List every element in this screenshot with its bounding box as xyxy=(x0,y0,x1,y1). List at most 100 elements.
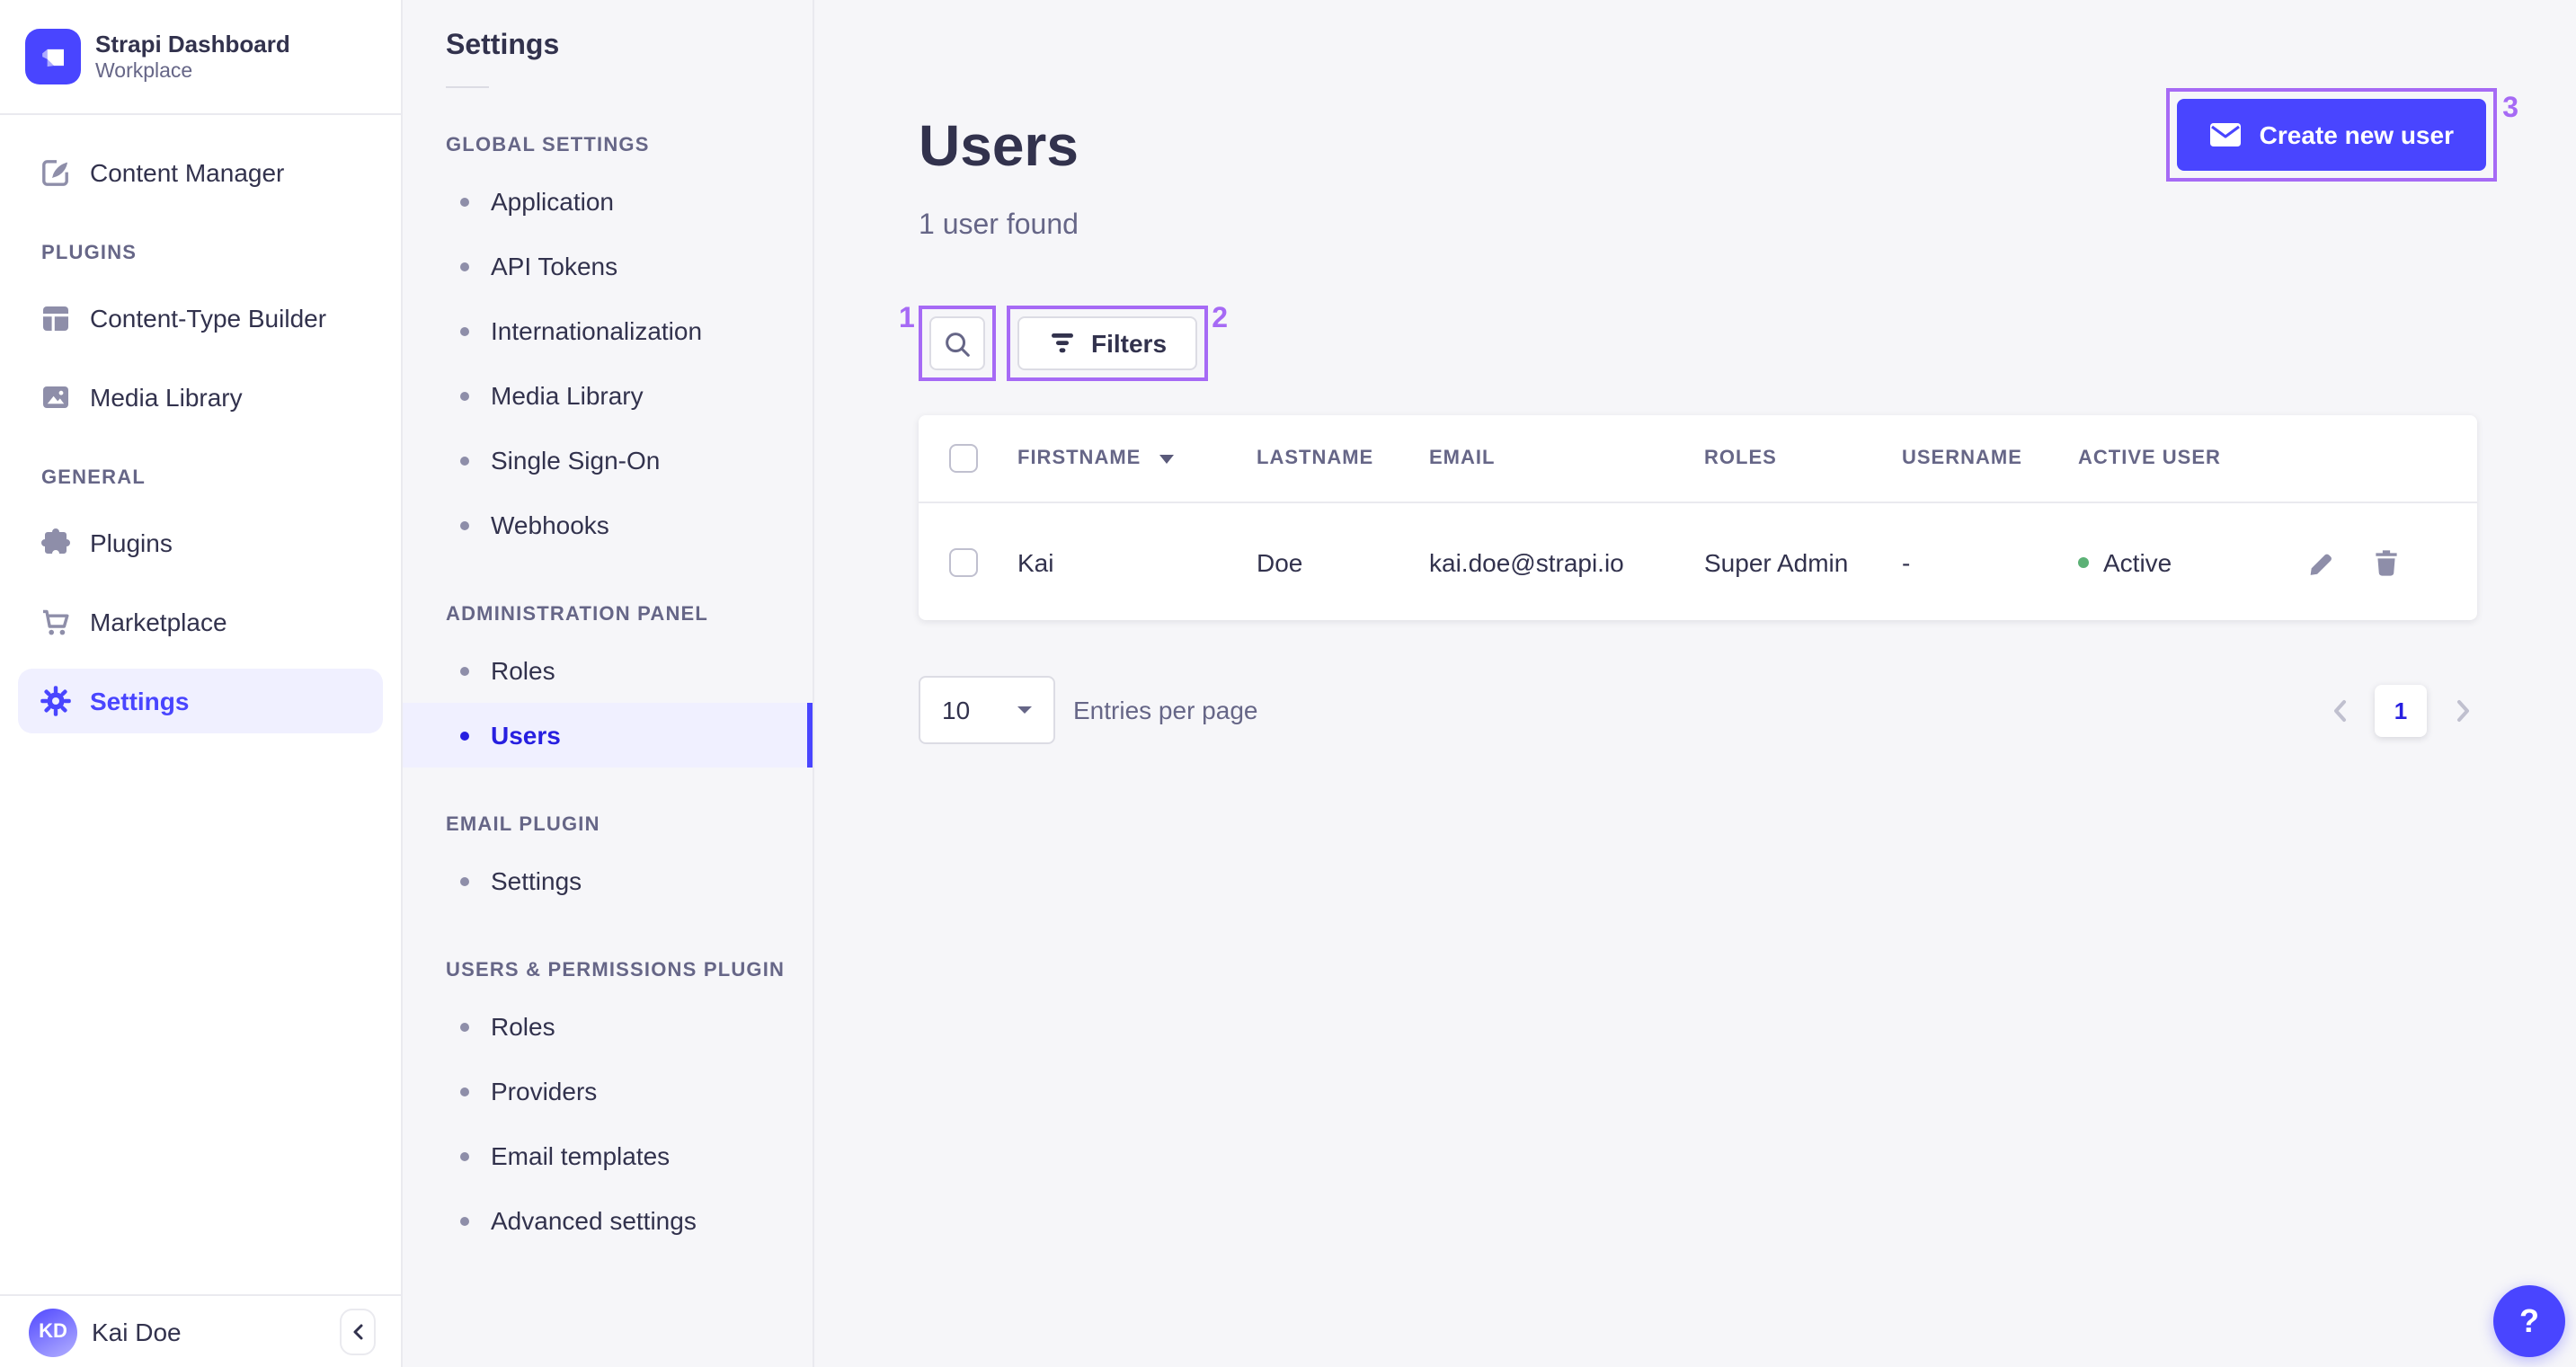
subnav-item-admin-users[interactable]: Users xyxy=(403,703,813,768)
cell-lastname: Doe xyxy=(1257,547,1303,576)
column-header-lastname[interactable]: LASTNAME xyxy=(1237,448,1409,469)
sidebar-item-content-manager[interactable]: Content Manager xyxy=(18,140,383,205)
create-new-user-label: Create new user xyxy=(2259,120,2454,149)
subnav-item-providers[interactable]: Providers xyxy=(403,1059,813,1123)
bullet-icon xyxy=(460,876,469,885)
row-checkbox[interactable] xyxy=(949,547,978,576)
subnav-item-single-sign-on[interactable]: Single Sign-On xyxy=(403,428,813,493)
page-number-1[interactable]: 1 xyxy=(2375,684,2427,736)
sidebar-item-content-type-builder[interactable]: Content-Type Builder xyxy=(18,286,383,351)
row-actions xyxy=(2287,547,2477,576)
grid-icon xyxy=(38,300,74,336)
avatar[interactable]: KD xyxy=(29,1308,77,1356)
bullet-icon xyxy=(460,326,469,335)
column-header-label: EMAIL xyxy=(1429,448,1496,469)
chevron-left-icon xyxy=(2333,699,2345,721)
toolbar: 1 2 Filters xyxy=(899,304,2497,381)
chevron-right-icon xyxy=(2456,699,2468,721)
page-header: Users 1 user found 3 Create new user xyxy=(919,88,2518,243)
pencil-icon xyxy=(2310,553,2332,574)
subnav-item-admin-roles[interactable]: Roles xyxy=(403,638,813,703)
workspace-title: Strapi Dashboard xyxy=(95,30,290,57)
sidebar-item-label: Settings xyxy=(90,687,190,715)
column-header-label: FIRSTNAME xyxy=(1017,448,1141,469)
subnav-divider xyxy=(446,86,489,88)
annotation-number-3: 3 xyxy=(2502,93,2518,124)
subnav-item-advanced-settings[interactable]: Advanced settings xyxy=(403,1188,813,1253)
page-header-left: Users 1 user found xyxy=(919,88,1079,243)
column-header-label: LASTNAME xyxy=(1257,448,1374,469)
subnav-item-internationalization[interactable]: Internationalization xyxy=(403,298,813,363)
subnav-item-label: Media Library xyxy=(491,381,644,410)
cell-email: kai.doe@strapi.io xyxy=(1429,547,1624,576)
main-nav-list: Content Manager PLUGINS Content-Type Bui… xyxy=(0,115,401,733)
page-size-select[interactable]: 10 xyxy=(919,676,1055,744)
next-page-button[interactable] xyxy=(2448,685,2477,735)
annotation-number-1: 1 xyxy=(899,304,915,334)
bullet-icon xyxy=(460,197,469,206)
subnav-section-administration-panel: ADMINISTRATION PANEL xyxy=(446,604,709,626)
edit-user-button[interactable] xyxy=(2306,547,2335,576)
column-header-active-user[interactable]: ACTIVE USER xyxy=(2058,448,2287,469)
delete-user-button[interactable] xyxy=(2371,547,2400,576)
sidebar-item-plugins[interactable]: Plugins xyxy=(18,510,383,575)
subnav-item-email-settings[interactable]: Settings xyxy=(403,848,813,913)
pagination: 10 Entries per page 1 xyxy=(919,676,2477,744)
help-button[interactable]: ? xyxy=(2493,1285,2565,1357)
bullet-icon xyxy=(460,1151,469,1160)
subnav-section-email-plugin: EMAIL PLUGIN xyxy=(446,814,600,836)
sidebar-item-media-library[interactable]: Media Library xyxy=(18,365,383,430)
select-all-checkbox[interactable] xyxy=(949,444,978,473)
sidebar-item-label: Content Manager xyxy=(90,158,285,187)
subnav-item-label: Users xyxy=(491,721,561,750)
puzzle-icon xyxy=(38,525,74,561)
column-header-label: ACTIVE USER xyxy=(2078,448,2221,469)
subnav-item-webhooks[interactable]: Webhooks xyxy=(403,493,813,557)
bullet-icon xyxy=(460,391,469,400)
column-header-email[interactable]: EMAIL xyxy=(1409,448,1684,469)
filters-button[interactable]: Filters xyxy=(1017,316,1198,370)
user-count-text: 1 user found xyxy=(919,210,1079,241)
subnav-item-media-library[interactable]: Media Library xyxy=(403,363,813,428)
settings-subnav: Settings GLOBAL SETTINGS Application API… xyxy=(403,0,814,1367)
chevron-left-icon xyxy=(353,1324,363,1340)
annotation-box-1: 1 xyxy=(899,305,996,381)
strapi-admin-app: Strapi Dashboard Workplace Content Manag… xyxy=(0,0,2576,1367)
image-icon xyxy=(38,379,74,415)
brand-text: Strapi Dashboard Workplace xyxy=(95,30,290,84)
pagination-controls: 1 xyxy=(2324,684,2477,736)
entries-per-page-label: Entries per page xyxy=(1073,696,1258,724)
subnav-item-up-roles[interactable]: Roles xyxy=(403,994,813,1059)
main-content: Users 1 user found 3 Create new user 1 2 xyxy=(814,0,2576,1367)
subnav-item-api-tokens[interactable]: API Tokens xyxy=(403,234,813,298)
table-row[interactable]: Kai Doe kai.doe@strapi.io Super Admin - … xyxy=(919,502,2477,620)
sidebar-item-marketplace[interactable]: Marketplace xyxy=(18,590,383,654)
create-new-user-button[interactable]: Create new user xyxy=(2176,99,2486,171)
column-header-username[interactable]: USERNAME xyxy=(1882,448,2058,469)
workspace-brand[interactable]: Strapi Dashboard Workplace xyxy=(0,0,401,115)
subnav-item-label: Application xyxy=(491,187,614,216)
cell-firstname: Kai xyxy=(1017,547,1054,576)
pen-icon xyxy=(38,155,74,191)
search-button[interactable] xyxy=(929,316,985,370)
annotation-number-2: 2 xyxy=(1212,304,1229,334)
column-header-roles[interactable]: ROLES xyxy=(1684,448,1882,469)
subnav-section-users-permissions-plugin: USERS & PERMISSIONS PLUGIN xyxy=(446,960,786,981)
subnav-item-label: Providers xyxy=(491,1077,598,1105)
sidebar-item-label: Media Library xyxy=(90,383,243,412)
subnav-item-label: Email templates xyxy=(491,1141,671,1170)
previous-page-button[interactable] xyxy=(2324,685,2353,735)
subnav-item-application[interactable]: Application xyxy=(403,169,813,234)
sidebar-item-label: Content-Type Builder xyxy=(90,304,327,333)
sidebar-item-settings[interactable]: Settings xyxy=(18,669,383,733)
subnav-item-label: Settings xyxy=(491,866,582,895)
cart-icon xyxy=(38,604,74,640)
filters-button-label: Filters xyxy=(1091,329,1168,358)
bullet-icon xyxy=(460,1022,469,1031)
subnav-item-email-templates[interactable]: Email templates xyxy=(403,1123,813,1188)
subnav-item-label: Webhooks xyxy=(491,510,609,539)
subnav-item-label: Advanced settings xyxy=(491,1206,697,1235)
users-table: FIRSTNAME LASTNAME EMAIL ROLES USERNAME … xyxy=(919,415,2477,620)
column-header-firstname[interactable]: FIRSTNAME xyxy=(998,448,1237,469)
collapse-sidebar-button[interactable] xyxy=(340,1309,376,1355)
